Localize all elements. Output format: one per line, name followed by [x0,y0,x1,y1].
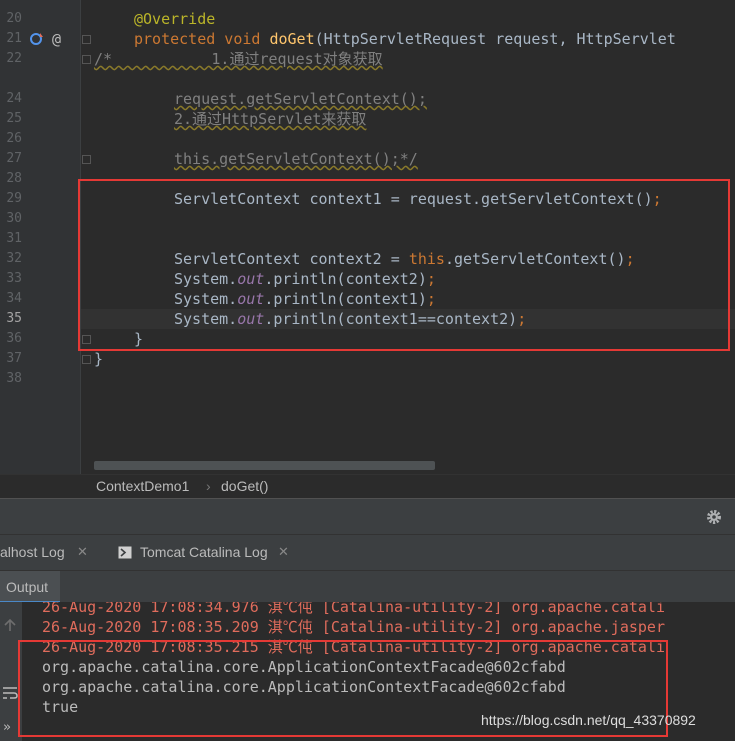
line-number: 30 [6,211,22,226]
fold-marker[interactable] [82,55,91,64]
code-line-25: 2.通过HttpServlet来获取 [174,110,367,128]
breadcrumb-class[interactable]: ContextDemo1 [96,478,189,494]
tab-label: alhost Log [0,544,65,560]
fold-marker[interactable] [82,355,91,364]
tab-output[interactable]: Output [0,571,60,603]
line-number: 20 [6,11,22,26]
fold-marker[interactable] [82,155,91,164]
line-number: 28 [6,171,22,186]
keyword-token: protected void [134,30,270,48]
line-number: 38 [6,371,22,386]
gear-icon[interactable] [705,508,723,526]
line-number: 37 [6,351,22,366]
close-icon[interactable]: ✕ [77,544,88,560]
watermark: https://blog.csdn.net/qq_43370892 [481,712,696,728]
breadcrumb: ContextDemo1 › doGet() [0,474,735,499]
tab-label: Tomcat Catalina Log [140,544,268,560]
breadcrumb-separator: › [206,478,211,494]
code-line-20: @Override [134,10,216,28]
line-number: 25 [6,111,22,126]
line-number: 29 [6,191,22,206]
tab-localhost-log[interactable]: alhost Log ✕ [0,535,98,571]
code-line-27: this.getServletContext();*/ [174,150,418,168]
code-highlight-box [78,179,730,351]
line-number: 21 [6,31,22,46]
soft-wrap-icon[interactable] [2,686,18,700]
line-number: 24 [6,91,22,106]
tab-tomcat-catalina-log[interactable]: Tomcat Catalina Log ✕ [110,535,300,571]
code-line-22: /* 1.通过request对象获取 [94,50,383,68]
line-number: 27 [6,151,22,166]
line-number: 33 [6,271,22,286]
method-name-token: doGet [269,30,315,48]
line-number: 36 [6,331,22,346]
more-icon[interactable]: » [3,720,11,735]
annotation-gutter-icon[interactable]: @ [52,29,61,49]
line-number: 32 [6,251,22,266]
override-gutter-icon[interactable] [29,31,45,47]
code-line-24: request.getServletContext(); [174,90,427,108]
line-number-gutter: 20 21 22 24 25 26 27 28 29 30 31 32 33 3… [0,0,80,498]
line-number: 31 [6,231,22,246]
tool-window-header [0,498,735,535]
console-log-line: 26-Aug-2020 17:08:34.976 淇℃伅 [Catalina-u… [42,602,665,616]
line-number: 34 [6,291,22,306]
up-arrow-icon[interactable] [3,618,17,632]
breadcrumb-method[interactable]: doGet() [221,478,268,494]
code-line-21: protected void doGet(HttpServletRequest … [134,29,676,49]
line-number: 35 [6,311,22,326]
terminal-icon [118,546,132,559]
output-subtab-bar: Output [0,570,735,603]
tab-label: Output [6,579,49,595]
fold-marker[interactable] [82,35,91,44]
params-token: (HttpServletRequest request, HttpServlet [314,30,676,48]
log-tabs: alhost Log ✕ Tomcat Catalina Log ✕ [0,534,735,571]
code-line-37: } [94,350,104,368]
horizontal-scrollbar[interactable] [94,461,435,470]
console-log-line: 26-Aug-2020 17:08:35.209 淇℃伅 [Catalina-u… [42,618,665,636]
line-number: 26 [6,131,22,146]
code-editor[interactable]: 20 21 22 24 25 26 27 28 29 30 31 32 33 3… [0,0,735,498]
close-icon[interactable]: ✕ [278,544,289,560]
line-number: 22 [6,51,22,66]
